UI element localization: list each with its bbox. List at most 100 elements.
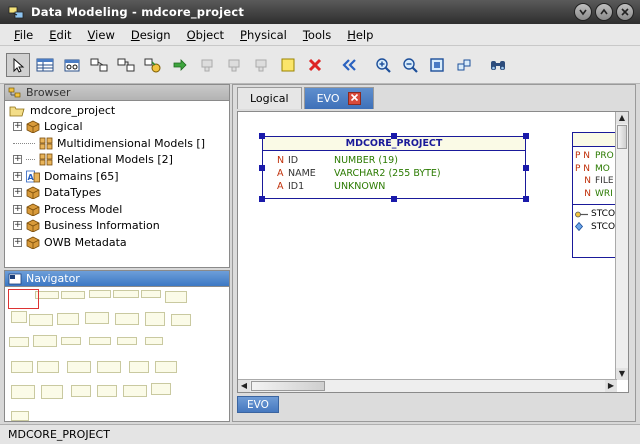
menu-object[interactable]: Object [179, 28, 232, 42]
tree-expander[interactable]: + [13, 221, 22, 231]
menu-edit[interactable]: Edit [41, 28, 79, 42]
tree-item-relational[interactable]: + Relational Models [2] [9, 152, 229, 169]
layout-button[interactable] [452, 53, 476, 77]
menu-tools[interactable]: Tools [295, 28, 339, 42]
menu-help[interactable]: Help [339, 28, 381, 42]
zoom-in-icon [376, 57, 391, 73]
resize-handle[interactable] [523, 196, 529, 202]
tree-expander[interactable]: + [13, 204, 22, 214]
minimap-entity [67, 361, 91, 373]
close-button[interactable] [616, 3, 634, 21]
resize-handle[interactable] [523, 133, 529, 139]
horizontal-scrollbar[interactable]: ◀ ▶ [238, 379, 617, 392]
tree-expander[interactable]: + [13, 171, 22, 181]
entity-title: MDCORE_PROJECT [263, 137, 525, 151]
folder-open-icon [9, 106, 25, 117]
tree-item-multidimensional[interactable]: Multidimensional Models [] [9, 135, 229, 152]
tree-item-domains[interactable]: + A Domains [65] [9, 168, 229, 185]
new-view-button[interactable] [60, 53, 84, 77]
tree-item-process-model[interactable]: + Process Model [9, 201, 229, 218]
scroll-up-button[interactable]: ▲ [616, 112, 628, 124]
navigator-minimap[interactable] [5, 287, 229, 421]
zoom-out-button[interactable] [398, 53, 422, 77]
resize-handle[interactable] [523, 165, 529, 171]
tab-close-button[interactable] [347, 92, 361, 105]
vertical-scroll-thumb[interactable] [617, 125, 627, 149]
entity-field[interactable]: A NAME VARCHAR2 (255 BYTE) [263, 167, 525, 180]
menu-design[interactable]: Design [123, 28, 179, 42]
fit-screen-button[interactable] [425, 53, 449, 77]
field-name: ID1 [288, 181, 305, 192]
minimap-viewport[interactable] [8, 289, 39, 309]
svg-text:A: A [28, 173, 35, 182]
tree-root[interactable]: mdcore_project [9, 102, 229, 119]
disabled-button-2[interactable] [222, 53, 246, 77]
vertical-scrollbar[interactable]: ▲ ▼ [615, 112, 628, 380]
tree-expander[interactable]: + [13, 188, 22, 198]
minimap-entity [151, 383, 171, 395]
tree-item-owb-metadata[interactable]: + OWB Metadata [9, 234, 229, 251]
back-button[interactable] [337, 53, 361, 77]
resize-handle[interactable] [391, 196, 397, 202]
tree-item-label: DataTypes [44, 186, 102, 200]
menu-view[interactable]: View [80, 28, 123, 42]
cube-icon [26, 186, 40, 200]
new-note-button[interactable] [276, 53, 300, 77]
tree-expander[interactable]: + [13, 122, 22, 132]
forward-engineer-button[interactable] [168, 53, 192, 77]
resize-handle[interactable] [259, 165, 265, 171]
scroll-down-button[interactable]: ▼ [616, 368, 628, 380]
tab-logical[interactable]: Logical [237, 87, 302, 109]
entity-field[interactable]: N ID NUMBER (19) [263, 154, 525, 167]
minimize-button[interactable] [574, 3, 592, 21]
tree-expander[interactable]: + [13, 237, 22, 247]
minimap-entity [29, 314, 53, 326]
delete-icon [308, 58, 322, 71]
tree-item-label: Multidimensional Models [] [57, 136, 206, 150]
new-relation-button[interactable] [87, 53, 111, 77]
diagram-page-tab[interactable]: EVO [237, 396, 279, 413]
entity-mdcore-project[interactable]: MDCORE_PROJECT N ID NUMBER (19) A NAME V… [262, 136, 526, 199]
diamond-icon [575, 222, 584, 232]
minimap-entity [61, 291, 85, 299]
zoom-in-button[interactable] [371, 53, 395, 77]
resize-handle[interactable] [259, 196, 265, 202]
minimap-entity [145, 312, 165, 326]
minimap-entity [97, 385, 117, 397]
resize-handle[interactable] [391, 133, 397, 139]
select-tool-button[interactable] [6, 52, 30, 77]
key-name: STCO [591, 221, 616, 232]
new-ref-icon [144, 58, 161, 72]
minimap-entity [141, 290, 161, 298]
menu-file[interactable]: File [6, 28, 41, 42]
disabled-button-3[interactable] [249, 53, 273, 77]
tree-expander[interactable]: + [13, 155, 22, 165]
tree-item-business-information[interactable]: + Business Information [9, 218, 229, 235]
horizontal-scroll-thumb[interactable] [251, 381, 325, 391]
diagram-canvas[interactable]: MDCORE_PROJECT N ID NUMBER (19) A NAME V… [237, 111, 629, 393]
maximize-button[interactable] [595, 3, 613, 21]
tab-label: Logical [250, 92, 289, 105]
scroll-right-button[interactable]: ▶ [605, 380, 617, 392]
cube-icon [26, 219, 40, 233]
tree-item-label: Relational Models [2] [57, 153, 173, 167]
entity-field[interactable]: A ID1 UNKNOWN [263, 180, 525, 193]
disabled-button-1[interactable] [195, 53, 219, 77]
tree-item-datatypes[interactable]: + DataTypes [9, 185, 229, 202]
tab-evo[interactable]: EVO [303, 87, 374, 109]
menu-physical[interactable]: Physical [232, 28, 295, 42]
scroll-left-button[interactable]: ◀ [238, 380, 250, 392]
tree-item-logical[interactable]: + Logical [9, 119, 229, 136]
find-button[interactable] [486, 53, 510, 77]
browser-header: Browser [5, 85, 229, 101]
new-fk-button[interactable] [114, 53, 138, 77]
resize-handle[interactable] [259, 133, 265, 139]
field-flag: A [277, 181, 284, 192]
minimap-entity [123, 385, 147, 397]
new-ref-button[interactable] [141, 53, 165, 77]
new-table-button[interactable] [33, 53, 57, 77]
diagram-editor: Logical EVO MDCORE_PROJECT N ID NUMBER (… [232, 84, 636, 422]
field-type: VARCHAR2 (255 BYTE) [334, 168, 441, 179]
delete-button[interactable] [303, 53, 327, 77]
minimap-entity [9, 337, 29, 347]
